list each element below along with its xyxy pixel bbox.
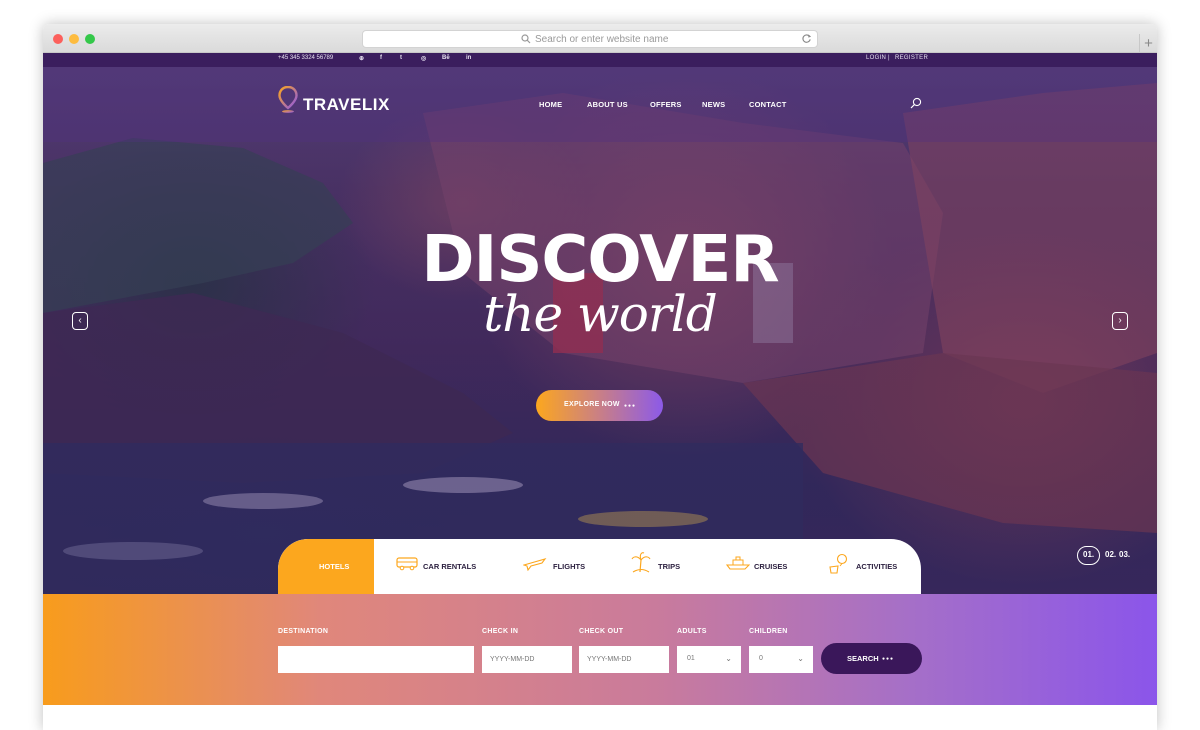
check-out-label: CHECK OUT bbox=[579, 628, 624, 635]
nav-news[interactable]: NEWS bbox=[702, 100, 725, 109]
address-bar[interactable]: Search or enter website name bbox=[362, 30, 818, 48]
slide-indicator-1[interactable]: 01. bbox=[1083, 550, 1094, 559]
children-select[interactable]: 0 ⌄ bbox=[749, 646, 813, 673]
chevron-down-icon: ⌄ bbox=[725, 654, 732, 663]
tab-car-rentals[interactable]: CAR RENTALS bbox=[396, 539, 496, 594]
nav-about-us[interactable]: ABOUT US bbox=[587, 100, 628, 109]
search-icon[interactable] bbox=[910, 97, 922, 109]
children-value: 0 bbox=[759, 655, 763, 662]
destination-input[interactable] bbox=[278, 646, 474, 673]
hero-subline: the world bbox=[483, 285, 718, 343]
slide-indicator-3[interactable]: 03. bbox=[1119, 550, 1130, 559]
tab-cruises[interactable]: CRUISES bbox=[726, 539, 806, 594]
destination-label: DESTINATION bbox=[278, 628, 329, 635]
tab-flights[interactable]: FLIGHTS bbox=[523, 539, 603, 594]
browser-window: Search or enter website name + +45 345 3… bbox=[43, 24, 1157, 730]
ship-icon bbox=[726, 556, 750, 570]
tab-car-rentals-label: CAR RENTALS bbox=[423, 562, 477, 571]
explore-now-button[interactable]: EXPLORE NOW ●●● bbox=[536, 390, 663, 421]
dots-icon: ●●● bbox=[882, 656, 895, 662]
check-out-input[interactable] bbox=[579, 646, 669, 673]
search-button-label: SEARCH bbox=[847, 654, 879, 663]
explore-now-label: EXPLORE NOW bbox=[564, 401, 620, 408]
main-navbar: TRAVELIX HOME ABOUT US OFFERS NEWS CONTA… bbox=[43, 67, 1157, 142]
reload-icon[interactable] bbox=[801, 33, 812, 44]
twitter-icon[interactable]: t bbox=[400, 55, 402, 61]
tab-trips-label: TRIPS bbox=[658, 562, 681, 571]
auth-separator: | bbox=[888, 55, 890, 61]
hero-section: +45 345 3324 56789 ⊕ f t ◎ Bē in LOGIN |… bbox=[43, 53, 1157, 594]
page-content-area bbox=[43, 705, 1157, 730]
tab-cruises-label: CRUISES bbox=[754, 562, 788, 571]
island-icon bbox=[631, 552, 651, 573]
nav-home[interactable]: HOME bbox=[539, 100, 562, 109]
nav-offers[interactable]: OFFERS bbox=[650, 100, 682, 109]
tab-activities-label: ACTIVITIES bbox=[856, 562, 898, 571]
slide-indicator-2[interactable]: 02. bbox=[1105, 550, 1116, 559]
map-pin-logo-icon[interactable] bbox=[278, 86, 298, 114]
brand-logo[interactable]: TRAVELIX bbox=[303, 95, 390, 115]
check-in-input[interactable] bbox=[482, 646, 572, 673]
address-bar-placeholder: Search or enter website name bbox=[535, 34, 669, 45]
adults-select[interactable]: 01 ⌄ bbox=[677, 646, 741, 673]
balloon-icon bbox=[829, 553, 848, 574]
register-link[interactable]: REGISTER bbox=[895, 55, 928, 61]
search-icon bbox=[521, 34, 531, 44]
minimize-window-button[interactable] bbox=[69, 34, 79, 44]
check-in-label: CHECK IN bbox=[482, 628, 519, 635]
adults-value: 01 bbox=[687, 655, 695, 662]
facebook-icon[interactable]: f bbox=[380, 55, 382, 61]
tab-hotels[interactable]: HOTELS bbox=[278, 539, 374, 594]
top-info-bar: +45 345 3324 56789 ⊕ f t ◎ Bē in LOGIN |… bbox=[43, 53, 1157, 67]
slider-prev-button[interactable]: ‹ bbox=[72, 312, 88, 330]
new-tab-button[interactable]: + bbox=[1139, 34, 1157, 53]
children-label: CHILDREN bbox=[749, 628, 788, 635]
close-window-button[interactable] bbox=[53, 34, 63, 44]
search-panel: DESTINATION CHECK IN CHECK OUT ADULTS 01… bbox=[43, 594, 1157, 705]
phone-number: +45 345 3324 56789 bbox=[278, 55, 334, 61]
bus-icon bbox=[396, 557, 418, 571]
zoom-window-button[interactable] bbox=[85, 34, 95, 44]
tab-hotels-label: HOTELS bbox=[319, 562, 350, 571]
browser-toolbar: Search or enter website name + bbox=[43, 24, 1157, 53]
nav-contact[interactable]: CONTACT bbox=[749, 100, 787, 109]
airplane-icon bbox=[523, 558, 547, 571]
adults-label: ADULTS bbox=[677, 628, 707, 635]
login-link[interactable]: LOGIN bbox=[866, 55, 886, 61]
tab-flights-label: FLIGHTS bbox=[553, 562, 586, 571]
dots-icon: ●●● bbox=[624, 403, 637, 409]
tab-activities[interactable]: ACTIVITIES bbox=[828, 539, 918, 594]
slider-next-button[interactable]: › bbox=[1112, 312, 1128, 330]
pinterest-icon[interactable]: ⊕ bbox=[359, 55, 364, 62]
chevron-down-icon: ⌄ bbox=[797, 654, 804, 663]
dribbble-icon[interactable]: ◎ bbox=[421, 55, 426, 62]
behance-icon[interactable]: Bē bbox=[442, 55, 450, 61]
search-button[interactable]: SEARCH ●●● bbox=[821, 643, 922, 674]
tab-trips[interactable]: TRIPS bbox=[630, 539, 710, 594]
linkedin-icon[interactable]: in bbox=[466, 55, 471, 61]
booking-tabs: HOTELS CAR RENTALS FLIGHTS TRIPS CRUISES bbox=[278, 539, 921, 594]
